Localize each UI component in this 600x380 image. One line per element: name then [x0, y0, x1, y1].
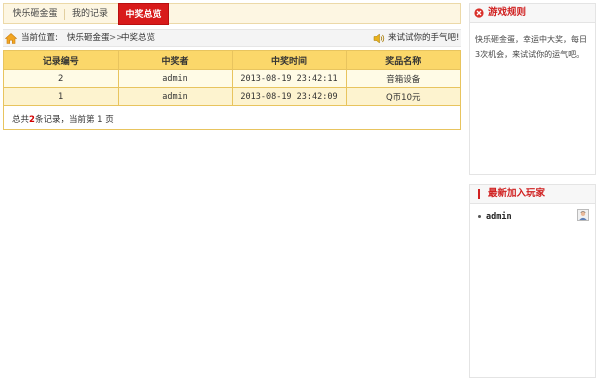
players-panel: 最新加入玩家 admin [469, 184, 596, 378]
column-header: 记录编号 [4, 51, 119, 70]
breadcrumb-current: 中奖总览 [121, 33, 156, 43]
title-bar-icon [478, 189, 480, 199]
breadcrumb-prefix: 当前位置: [21, 33, 58, 43]
record-id-cell: 1 [4, 87, 119, 106]
prize-name-cell: 音箱设备 [346, 69, 460, 88]
players-panel-header: 最新加入玩家 [470, 185, 595, 204]
win-time-cell: 2013-08-19 23:42:09 [232, 87, 347, 106]
prize-name-cell: Q币10元 [346, 87, 460, 106]
pager-text: 总共 [12, 115, 30, 125]
table-row: 2 admin 2013-08-19 23:42:11 音箱设备 [4, 69, 460, 88]
speaker-icon [373, 33, 385, 44]
player-item[interactable]: admin [478, 212, 512, 223]
column-header: 中奖者 [118, 51, 233, 70]
players-panel-title: 最新加入玩家 [488, 188, 546, 199]
bullet-icon [478, 215, 481, 218]
tab-my-records[interactable]: 我的记录 [67, 5, 113, 24]
column-header: 中奖时间 [232, 51, 347, 70]
win-time-cell: 2013-08-19 23:42:11 [232, 69, 347, 88]
home-icon [5, 33, 17, 44]
breadcrumb-link-egg-game[interactable]: 快乐砸金蛋 [67, 33, 110, 44]
winners-table: 记录编号 中奖者 中奖时间 奖品名称 2 admin 2013-08-19 23… [4, 51, 460, 106]
tab-egg-game[interactable]: 快乐砸金蛋 [9, 5, 61, 24]
marquee-text: 来试试你的手气吧! [388, 33, 460, 43]
pagination-summary: 总共2条记录，当前第 1 页 [12, 113, 114, 125]
record-id-cell: 2 [4, 69, 119, 88]
pager-text: 页 [105, 115, 114, 125]
rules-panel-header: 游戏规则 [470, 4, 595, 23]
avatar [577, 209, 589, 221]
tab-divider [64, 9, 65, 20]
winner-cell: admin [118, 69, 233, 88]
table-header-row: 记录编号 中奖者 中奖时间 奖品名称 [4, 51, 460, 70]
table-row: 1 admin 2013-08-19 23:42:09 Q币10元 [4, 87, 460, 106]
current-page: 1 [97, 115, 103, 125]
player-name: admin [486, 212, 512, 222]
rules-text: 快乐砸金蛋，幸运中大奖，每日3次机会，来试试你的运气吧。 [475, 35, 587, 59]
winners-table-box: 记录编号 中奖者 中奖时间 奖品名称 2 admin 2013-08-19 23… [3, 50, 461, 130]
pager-text: 条记录，当前第 [34, 115, 95, 125]
breadcrumb: 当前位置: 快乐砸金蛋 >> 中奖总览 来试试你的手气吧! [3, 29, 461, 47]
top-tab-bar: 快乐砸金蛋 我的记录 中奖总览 [3, 3, 461, 25]
winner-cell: admin [118, 87, 233, 106]
rules-panel: 游戏规则 快乐砸金蛋，幸运中大奖，每日3次机会，来试试你的运气吧。 [469, 3, 596, 175]
column-header: 奖品名称 [346, 51, 460, 70]
tab-winners-overview[interactable]: 中奖总览 [118, 3, 169, 25]
rules-icon [474, 8, 484, 18]
rules-panel-title: 游戏规则 [488, 7, 527, 18]
